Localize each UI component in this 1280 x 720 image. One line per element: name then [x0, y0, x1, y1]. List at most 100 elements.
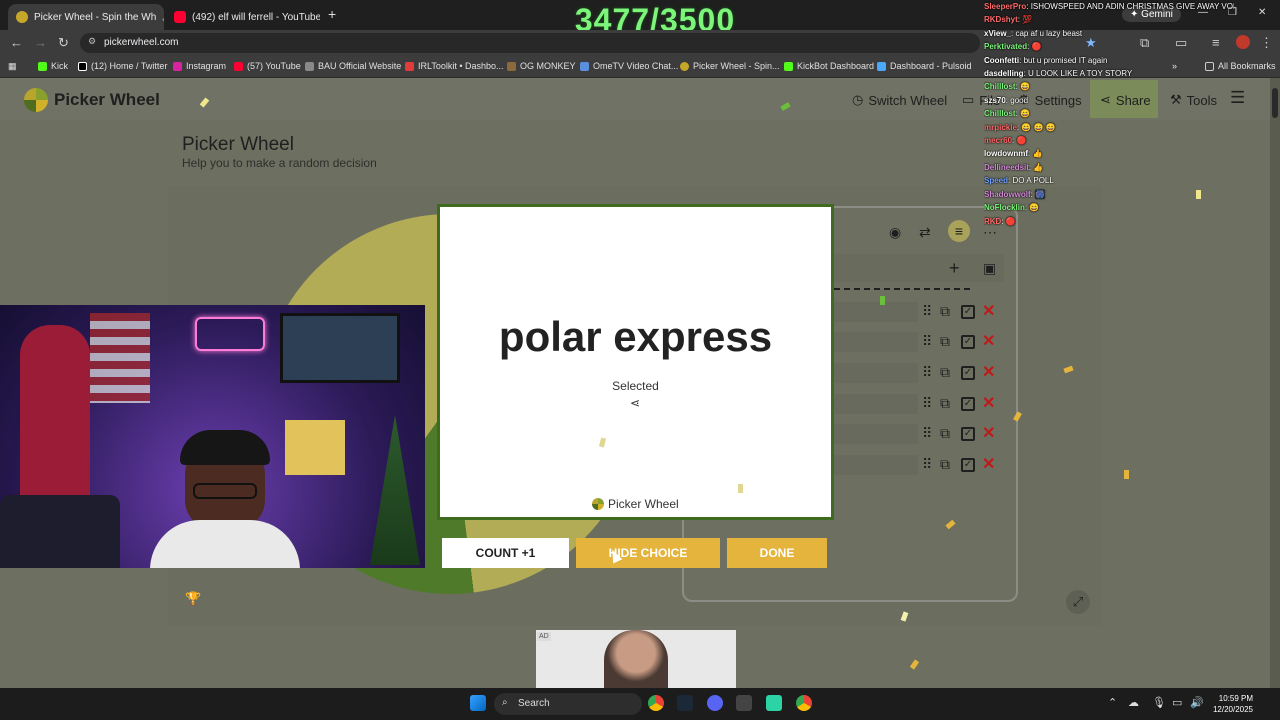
scrollbar-thumb[interactable] — [1272, 88, 1278, 118]
eye-icon[interactable]: ◉ — [889, 224, 901, 241]
bookmark-og-monkey[interactable]: OG MONKEY — [507, 61, 576, 71]
list-item[interactable] — [834, 302, 918, 322]
drag-handle-icon[interactable]: ⠿ — [922, 364, 932, 381]
app-icon[interactable] — [766, 695, 782, 711]
discord-icon[interactable] — [707, 695, 723, 711]
close-window-icon[interactable]: ✕ — [1258, 7, 1266, 18]
taskbar-search[interactable]: ⌕ Search — [494, 693, 642, 715]
bookmark-label: (12) Home / Twitter — [91, 61, 168, 71]
app-icon[interactable] — [736, 695, 752, 711]
bookmark-pulsoid[interactable]: Dashboard - Pulsoid — [877, 61, 972, 71]
bookmark-bau[interactable]: BAU Official Website — [305, 61, 401, 71]
copy-icon[interactable]: ⧉ — [940, 425, 950, 442]
list-icon[interactable]: ≡ — [948, 220, 970, 242]
checkbox-checked[interactable]: ✓ — [961, 397, 975, 411]
count-plus-one-button[interactable]: COUNT +1 — [442, 538, 569, 568]
copy-icon[interactable]: ⧉ — [940, 395, 950, 412]
drag-handle-icon[interactable]: ⠿ — [922, 425, 932, 442]
network-icon[interactable]: ▭ — [1172, 696, 1182, 709]
list-item[interactable] — [834, 332, 918, 352]
profile-avatar[interactable] — [1236, 35, 1250, 49]
volume-icon[interactable]: 🔊 — [1190, 696, 1204, 709]
copy-icon[interactable]: ⧉ — [940, 364, 950, 381]
tray-overflow-icon[interactable]: ⌃ — [1108, 696, 1117, 709]
trophy-icon[interactable]: 🏆 — [185, 591, 201, 607]
wheel-logo-icon — [24, 88, 48, 112]
drag-handle-icon[interactable]: ⠿ — [922, 395, 932, 412]
copy-icon[interactable]: ⧉ — [940, 333, 950, 350]
add-entry-field[interactable] — [834, 254, 1004, 282]
page-scrollbar[interactable] — [1270, 78, 1280, 688]
selected-label: Selected — [612, 379, 659, 393]
delete-icon[interactable]: ✕ — [982, 454, 995, 474]
bookmark-kick[interactable]: Kick — [38, 61, 68, 71]
share-result-icon[interactable]: ⋖ — [630, 396, 640, 410]
done-button[interactable]: DONE — [727, 538, 827, 568]
copy-icon[interactable]: ⧉ — [940, 456, 950, 473]
chat-message: mrpickle: 😄 😄 😄 — [984, 121, 1234, 134]
bookmark-picker-wheel[interactable]: Picker Wheel - Spin... — [680, 61, 780, 71]
checkbox-checked[interactable]: ✓ — [961, 427, 975, 441]
drag-handle-icon[interactable]: ⠿ — [922, 456, 932, 473]
apps-grid-icon[interactable]: ▦ — [8, 61, 17, 72]
checkbox-checked[interactable]: ✓ — [961, 335, 975, 349]
drag-handle-icon[interactable]: ⠿ — [922, 303, 932, 320]
bookmark-twitter[interactable]: (12) Home / Twitter — [78, 61, 167, 71]
windows-start-icon[interactable] — [470, 695, 486, 711]
chrome-active-icon[interactable] — [796, 695, 812, 711]
forward-icon[interactable]: → — [34, 35, 47, 50]
bookmark-kickbot[interactable]: KickBot Dashboard — [784, 61, 874, 71]
globe-icon — [305, 61, 314, 71]
bookmark-irltoolkit[interactable]: IRLToolkit • Dashbo... — [405, 61, 504, 71]
list-item[interactable] — [834, 424, 918, 444]
nav-switch-wheel[interactable]: ◷ Switch Wheel — [852, 92, 947, 108]
selected-result: polar express — [498, 313, 773, 360]
bookmark-ometv[interactable]: OmeTV Video Chat... — [580, 61, 678, 71]
bookmark-label: IRLToolkit • Dashbo... — [418, 61, 504, 71]
ometv-icon — [580, 61, 589, 71]
chat-text: 😄 😄 😄 — [1021, 122, 1056, 132]
list-item[interactable] — [834, 455, 918, 475]
tab-picker-wheel[interactable]: Picker Wheel - Spin the Wh 🔊 ✕ — [8, 4, 164, 30]
list-item[interactable] — [834, 394, 918, 414]
image-icon[interactable]: ▣ — [983, 260, 996, 277]
page-title: Picker Wheel — [182, 134, 294, 155]
delete-icon[interactable]: ✕ — [982, 393, 995, 413]
add-icon[interactable]: + — [949, 258, 960, 279]
delete-icon[interactable]: ✕ — [982, 423, 995, 443]
shuffle-icon[interactable]: ⇄ — [919, 224, 931, 241]
drag-handle-icon[interactable]: ⠿ — [922, 333, 932, 350]
speaker-icon[interactable]: 🔊 — [162, 12, 164, 23]
url-field[interactable]: ⚙ pickerwheel.com — [80, 33, 980, 53]
chat-username: lowdownmf — [984, 149, 1028, 159]
copy-icon[interactable]: ⧉ — [940, 303, 950, 320]
chat-message: lowdownmf: 👍 — [984, 147, 1234, 160]
chat-message: mecr60: 🔴 — [984, 134, 1234, 147]
microphone-icon[interactable]: 🎙 — [1152, 696, 1166, 709]
checkbox-checked[interactable]: ✓ — [961, 305, 975, 319]
bookmark-youtube[interactable]: (57) YouTube — [234, 61, 301, 71]
delete-icon[interactable]: ✕ — [982, 362, 995, 382]
wall-poster — [285, 420, 345, 475]
chat-username: Chilllost — [984, 109, 1016, 119]
delete-icon[interactable]: ✕ — [982, 301, 995, 321]
site-info-icon[interactable]: ⚙ — [88, 36, 96, 47]
new-tab-icon[interactable]: + — [328, 6, 336, 22]
chat-message: xView_: cap af u lazy beast — [984, 27, 1234, 40]
chrome-icon[interactable] — [648, 695, 664, 711]
site-logo[interactable]: Picker Wheel — [24, 88, 160, 112]
system-clock[interactable]: 10:59 PM 12/20/2025 — [1207, 693, 1253, 715]
back-icon[interactable]: ← — [10, 35, 23, 50]
hide-choice-button[interactable]: HIDE CHOICE — [576, 538, 720, 568]
bookmark-instagram[interactable]: Instagram — [173, 61, 226, 71]
fullscreen-icon[interactable]: ⤢ — [1066, 590, 1090, 614]
browser-menu-icon[interactable]: ⋮ — [1260, 35, 1273, 51]
reload-icon[interactable]: ↻ — [58, 35, 69, 51]
checkbox-checked[interactable]: ✓ — [961, 366, 975, 380]
delete-icon[interactable]: ✕ — [982, 331, 995, 351]
tab-youtube[interactable]: (492) elf will ferrell - YouTube ✕ — [166, 4, 320, 30]
steam-icon[interactable] — [677, 695, 693, 711]
list-item[interactable] — [834, 363, 918, 383]
onedrive-icon[interactable]: ☁ — [1128, 696, 1139, 709]
checkbox-checked[interactable]: ✓ — [961, 458, 975, 472]
